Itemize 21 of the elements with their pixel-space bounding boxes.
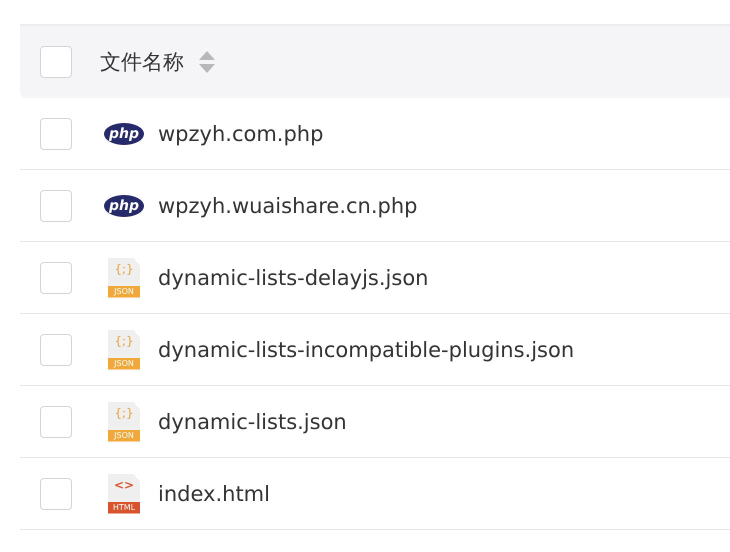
select-all-checkbox[interactable] xyxy=(40,46,72,78)
file-name[interactable]: dynamic-lists-delayjs.json xyxy=(158,266,428,290)
row-checkbox[interactable] xyxy=(40,478,72,510)
file-name[interactable]: wpzyh.wuaishare.cn.php xyxy=(158,194,418,218)
sort-icon[interactable] xyxy=(198,50,216,74)
row-checkbox[interactable] xyxy=(40,334,72,366)
php-file-icon: php xyxy=(104,122,144,144)
row-checkbox[interactable] xyxy=(40,118,72,150)
file-name[interactable]: index.html xyxy=(158,482,270,506)
json-file-icon: {;} JSON xyxy=(108,402,140,442)
row-checkbox[interactable] xyxy=(40,406,72,438)
html-file-icon: <> HTML xyxy=(108,474,140,514)
json-file-icon: {;} JSON xyxy=(108,258,140,298)
row-checkbox[interactable] xyxy=(40,190,72,222)
column-header[interactable]: 文件名称 xyxy=(100,48,184,76)
row-checkbox[interactable] xyxy=(40,262,72,294)
file-name[interactable]: wpzyh.com.php xyxy=(158,122,324,146)
json-file-icon: {;} JSON xyxy=(108,330,140,370)
file-name[interactable]: dynamic-lists-incompatible-plugins.json xyxy=(158,338,574,362)
file-name[interactable]: dynamic-lists.json xyxy=(158,410,347,434)
php-file-icon: php xyxy=(104,194,144,216)
